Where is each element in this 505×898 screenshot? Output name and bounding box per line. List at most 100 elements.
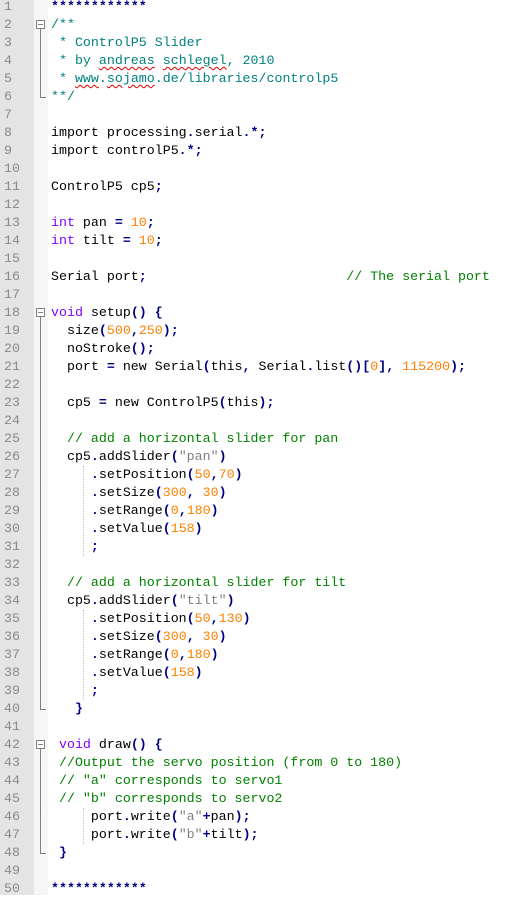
code-token-txt: cp5 <box>51 449 91 464</box>
code-token-txt: port <box>51 827 123 842</box>
code-token-doc: * by <box>51 53 99 68</box>
code-token-txt: this <box>210 359 243 374</box>
code-line[interactable]: .setValue(158) <box>51 664 203 682</box>
code-token-txt: serial <box>194 125 243 140</box>
code-line[interactable]: ; <box>51 538 99 556</box>
line-number: 42 <box>4 737 20 752</box>
code-token-num: 180 <box>186 647 211 662</box>
code-line[interactable]: // add a horizontal slider for pan <box>51 430 338 448</box>
line-number: 23 <box>4 395 20 410</box>
code-line[interactable]: ************ <box>51 880 147 898</box>
code-line[interactable]: .setSize(300, 30) <box>51 628 227 646</box>
code-line[interactable]: .setSize(300, 30) <box>51 484 227 502</box>
code-line[interactable]: void draw() { <box>51 736 163 754</box>
code-token-op: ) <box>210 503 219 518</box>
code-token-op: } <box>74 701 83 716</box>
code-token-txt: cp5 <box>51 395 99 410</box>
code-token-num: 0 <box>170 647 179 662</box>
code-token-op: + <box>202 827 211 842</box>
line-number: 24 <box>4 413 20 428</box>
code-token-op: . <box>122 827 131 842</box>
code-token-txt: pan <box>74 215 115 230</box>
code-token-doc-comment-misspelled: sojamo <box>106 71 155 86</box>
code-line[interactable]: ************ <box>51 0 147 16</box>
code-token-op: ( <box>98 323 107 338</box>
code-token-op: ; <box>146 215 155 230</box>
line-number: 4 <box>4 53 12 68</box>
code-token-txt: write <box>130 827 171 842</box>
code-token-num: 158 <box>170 665 195 680</box>
code-token-num: 50 <box>194 611 211 626</box>
code-line[interactable]: .setRange(0,180) <box>51 646 219 664</box>
code-line[interactable]: ; <box>51 682 99 700</box>
code-line[interactable]: int pan = 10; <box>51 214 155 232</box>
code-token-op: . <box>122 809 131 824</box>
code-line[interactable]: * ControlP5 Slider <box>51 34 203 52</box>
code-line[interactable]: * by andreas schlegel, 2010 <box>51 52 275 70</box>
code-token-op: .*; <box>178 143 203 158</box>
code-line[interactable]: port = new Serial(this, Serial.list()[0]… <box>51 358 466 376</box>
code-line[interactable]: **/ <box>51 88 75 106</box>
line-number: 43 <box>4 755 20 770</box>
code-token-op: . <box>90 521 99 536</box>
code-token-op: , <box>186 629 195 644</box>
code-token-txt: addSlider <box>98 593 171 608</box>
code-token-op: . <box>186 125 195 140</box>
code-line[interactable]: port.write("a"+pan); <box>51 808 251 826</box>
code-line[interactable]: //Output the servo position (from 0 to 1… <box>51 754 402 772</box>
code-token-op: . <box>90 629 99 644</box>
code-line[interactable]: .setPosition(50,130) <box>51 610 251 628</box>
line-number: 27 <box>4 467 20 482</box>
code-line[interactable]: .setValue(158) <box>51 520 203 538</box>
code-line[interactable]: ControlP5 cp5; <box>51 178 163 196</box>
code-line[interactable]: cp5.addSlider("pan") <box>51 448 227 466</box>
line-number: 28 <box>4 485 20 500</box>
code-token-op: ); <box>258 395 275 410</box>
code-line[interactable]: noStroke(); <box>51 340 155 358</box>
code-line[interactable]: cp5 = new ControlP5(this); <box>51 394 275 412</box>
code-token-op: = <box>106 359 115 374</box>
code-line[interactable]: } <box>51 844 67 862</box>
code-line[interactable]: * www.sojamo.de/libraries/controlp5 <box>51 70 338 88</box>
code-line[interactable]: size(500,250); <box>51 322 179 340</box>
code-line[interactable]: } <box>51 700 83 718</box>
code-line[interactable]: .setPosition(50,70) <box>51 466 243 484</box>
code-line[interactable]: // "b" corresponds to servo2 <box>51 790 282 808</box>
code-line[interactable]: Serial port; // The serial port <box>51 268 490 286</box>
line-number: 40 <box>4 701 20 716</box>
code-line[interactable]: import processing.serial.*; <box>51 124 266 142</box>
code-line[interactable]: int tilt = 10; <box>51 232 163 250</box>
code-line[interactable]: // add a horizontal slider for tilt <box>51 574 346 592</box>
fold-collapse-icon[interactable] <box>36 308 45 317</box>
line-number: 22 <box>4 377 20 392</box>
indent-guide <box>83 808 84 844</box>
fold-collapse-icon[interactable] <box>36 740 45 749</box>
code-line[interactable]: /** <box>51 16 75 34</box>
code-token-op: ) <box>194 521 203 536</box>
code-line[interactable]: void setup() { <box>51 304 163 322</box>
fold-collapse-icon[interactable] <box>36 20 45 29</box>
fold-margin[interactable] <box>34 0 48 895</box>
code-line[interactable]: import controlP5.*; <box>51 142 203 160</box>
line-number: 20 <box>4 341 20 356</box>
code-token-doc: **/ <box>51 89 75 104</box>
line-number: 36 <box>4 629 20 644</box>
code-line[interactable]: .setRange(0,180) <box>51 502 219 520</box>
code-token-doc: , 2010 <box>226 53 275 68</box>
code-token-op: ( <box>154 629 163 644</box>
code-token-op: } <box>58 845 67 860</box>
code-token-txt: noStroke <box>51 341 131 356</box>
code-line[interactable]: cp5.addSlider("tilt") <box>51 592 235 610</box>
code-token-op: = <box>122 233 131 248</box>
code-token-op: ); <box>450 359 467 374</box>
code-token-cmt: //Output the servo position (from 0 to 1… <box>51 755 403 770</box>
code-line[interactable]: // "a" corresponds to servo1 <box>51 772 282 790</box>
